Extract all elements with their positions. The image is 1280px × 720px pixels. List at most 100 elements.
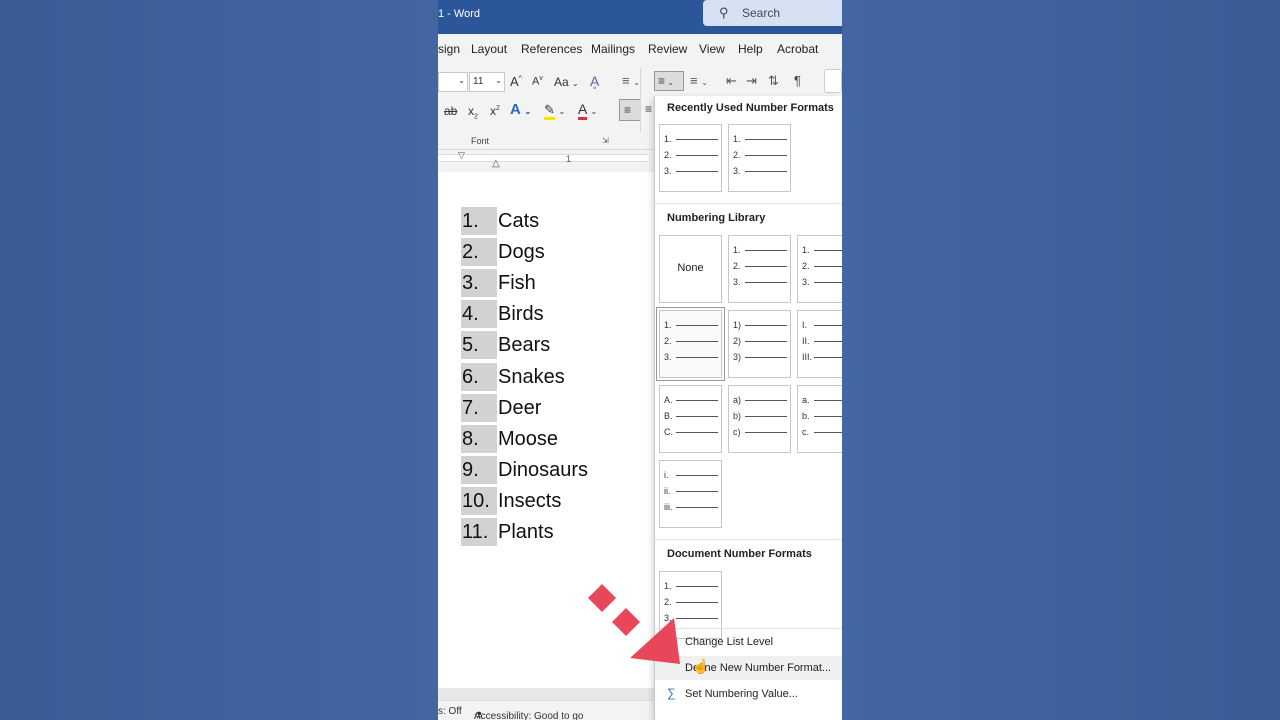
subscript-button[interactable]: x2 <box>468 104 478 120</box>
font-dialog-launcher-icon[interactable]: ⇲ <box>602 136 609 145</box>
tile-marker: a) <box>733 395 742 405</box>
tile-marker: b) <box>733 411 742 421</box>
define-new-number-format-item[interactable]: Define New Number Format... <box>655 656 842 680</box>
tab-review[interactable]: Review <box>648 42 687 56</box>
list-text: Fish <box>498 272 536 294</box>
ruler-number: 1 <box>566 154 572 164</box>
accessibility-label: Accessibility: Good to go <box>474 711 584 720</box>
tab-acrobat[interactable]: Acrobat <box>777 42 818 56</box>
highlight-color-icon[interactable]: ✎ ⌄ <box>544 102 565 120</box>
tile-marker: i. <box>664 470 669 480</box>
library-format-tile[interactable]: a) b) c) <box>728 385 791 453</box>
set-numbering-value-item[interactable]: ∑ Set Numbering Value... <box>655 682 842 706</box>
list-number: 4. <box>461 300 497 328</box>
document-page[interactable]: 1. Cats 2. Dogs 3. Fish 4. Birds 5. Bears 6. S… <box>438 172 654 688</box>
library-format-tile[interactable]: A. B. C. <box>659 385 722 453</box>
list-number: 8. <box>461 425 497 453</box>
library-format-tile[interactable]: 1. 2. 3. <box>728 235 791 303</box>
ruler: ▽ △ 1 <box>438 150 654 172</box>
library-format-tile[interactable]: I. II. III. <box>797 310 842 378</box>
list-number: 11. <box>461 518 497 546</box>
sort-icon[interactable]: ⇅ <box>768 73 779 89</box>
search-box[interactable]: ⚲ Search <box>703 0 842 26</box>
tab-layout[interactable]: Layout <box>471 42 507 56</box>
tile-marker: a. <box>802 395 810 405</box>
recent-formats-header: Recently Used Number Formats <box>667 102 834 114</box>
multilevel-list-icon[interactable]: ≡ ⌄ <box>690 73 708 88</box>
font-name-box[interactable]: ⌄ <box>438 72 468 92</box>
list-text: Moose <box>498 428 559 450</box>
font-size-value: 11 <box>473 76 484 87</box>
tab-design[interactable]: sign <box>438 42 460 56</box>
tile-marker: C. <box>664 427 673 437</box>
list-number: 9. <box>461 456 497 484</box>
list-number: 3. <box>461 269 497 297</box>
ribbon-tabs: sign Layout References Mailings Review V… <box>438 34 842 64</box>
tile-marker: 1. <box>802 245 810 255</box>
set-numbering-value-label: Set Numbering Value... <box>685 688 798 700</box>
change-case-button[interactable]: Aa ⌄ <box>554 75 579 89</box>
tab-references[interactable]: References <box>521 42 582 56</box>
track-changes-status[interactable]: s: Off <box>438 706 462 717</box>
shrink-font-button[interactable]: Av <box>532 75 543 88</box>
clear-formatting-icon[interactable]: Ḁ <box>590 73 599 89</box>
tile-marker: 1. <box>664 134 672 144</box>
numbering-button[interactable]: ≡ ⌄ <box>654 71 684 91</box>
first-line-indent-icon[interactable]: ▽ <box>458 150 465 161</box>
window-title: 1 - Word <box>438 8 480 20</box>
library-format-tile[interactable]: 1. 2. 3. <box>797 235 842 303</box>
center-align-icon[interactable]: ≡ <box>645 102 652 116</box>
library-format-tile[interactable]: i. ii. iii. <box>659 460 722 528</box>
tile-marker: 1) <box>733 320 742 330</box>
list-text: Cats <box>498 210 540 232</box>
show-formatting-icon[interactable]: ¶ <box>794 73 801 88</box>
library-format-tile[interactable]: a. b. c. <box>797 385 842 453</box>
tab-view[interactable]: View <box>699 42 725 56</box>
font-size-box[interactable]: 11 ⌄ <box>469 72 505 92</box>
recent-format-tile[interactable]: 1. 2. 3. <box>728 124 791 192</box>
decrease-indent-icon[interactable]: ⇤ <box>726 73 737 89</box>
recent-format-tile[interactable]: 1. 2. 3. <box>659 124 722 192</box>
hanging-indent-icon[interactable]: △ <box>492 158 500 169</box>
increase-indent-icon[interactable]: ⇥ <box>746 73 757 89</box>
tab-help[interactable]: Help <box>738 42 763 56</box>
group-divider <box>640 68 641 132</box>
horizontal-scrollbar[interactable] <box>438 688 654 700</box>
chevron-down-icon: ⌄ <box>458 76 465 85</box>
list-text: Plants <box>498 521 554 543</box>
font-color-icon[interactable]: A ⌄ <box>578 101 597 120</box>
list-number: 6. <box>461 363 497 391</box>
strikethrough-icon[interactable]: ab <box>444 104 457 118</box>
library-format-tile[interactable]: 1) 2) 3) <box>728 310 791 378</box>
list-number: 7. <box>461 394 497 422</box>
change-list-level-item[interactable]: ≡ Change List Level <box>655 630 842 654</box>
list-text: Birds <box>498 303 544 325</box>
library-format-tile-selected[interactable]: 1. 2. 3. <box>656 307 725 381</box>
grow-font-button[interactable]: A^ <box>510 74 522 89</box>
tab-mailings[interactable]: Mailings <box>591 42 635 56</box>
divider <box>655 203 842 204</box>
none-format-tile[interactable]: None <box>659 235 722 303</box>
bullets-icon[interactable]: ≡ ⌄ <box>622 73 640 88</box>
search-label: Search <box>742 6 781 20</box>
tile-marker: 3. <box>733 277 741 287</box>
grow-font-icon: A <box>510 74 519 89</box>
tile-marker: 3. <box>664 613 672 623</box>
tile-marker: III. <box>802 352 813 362</box>
tile-marker: 2. <box>664 336 672 346</box>
change-case-icon: Aa <box>554 75 569 89</box>
text-effects-icon[interactable]: A ⌄ <box>510 101 531 118</box>
word-window: 1 - Word ⚲ Search sign Layout References… <box>438 0 842 720</box>
list-number: 10. <box>461 487 497 515</box>
align-left-icon[interactable]: ≡ <box>619 99 641 121</box>
numbering-value-icon: ∑ <box>667 686 676 700</box>
numbering-gallery: Recently Used Number Formats 1. 2. 3. 1.… <box>654 96 842 720</box>
tile-marker: iii. <box>664 502 673 512</box>
superscript-button[interactable]: x2 <box>490 104 500 118</box>
font-group-label: Font <box>471 136 490 146</box>
tile-marker: 1. <box>664 320 672 330</box>
tile-marker: 1. <box>733 245 741 255</box>
styles-box[interactable] <box>824 69 842 93</box>
list-text: Bears <box>498 334 551 356</box>
tile-marker: 2) <box>733 336 742 346</box>
